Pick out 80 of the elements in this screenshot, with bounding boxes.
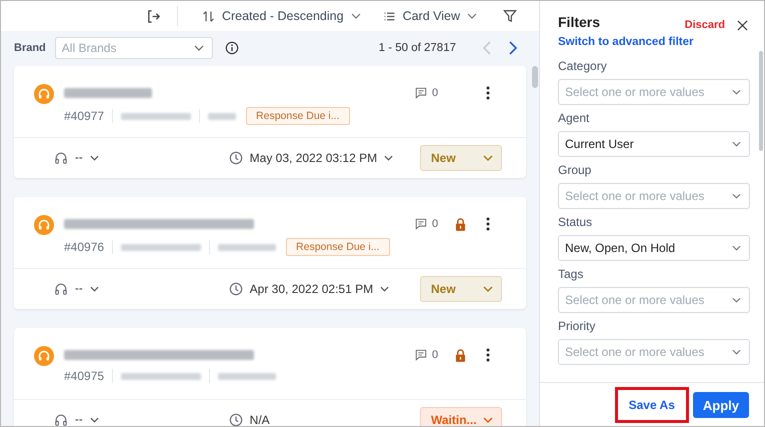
info-icon[interactable]	[224, 40, 239, 54]
chevron-down-icon	[732, 141, 741, 147]
sort-dropdown[interactable]: Created - Descending	[194, 5, 369, 27]
chevron-down-icon	[90, 417, 99, 423]
list-icon	[382, 10, 396, 22]
pagination-range: 1 - 50 of 27817	[378, 42, 456, 54]
chevron-down-icon	[384, 155, 394, 161]
response-due-tag: Response Due i...	[286, 238, 390, 256]
response-due-tag: Response Due i...	[246, 107, 350, 125]
logout-icon[interactable]	[146, 8, 161, 24]
blurred-text	[121, 112, 192, 120]
chevron-down-icon	[194, 44, 204, 50]
headset-avatar-icon	[34, 215, 54, 235]
chevron-down-icon	[732, 297, 741, 303]
more-icon[interactable]	[486, 86, 490, 100]
clock-icon	[228, 413, 243, 426]
chevron-down-icon	[483, 417, 493, 423]
chevron-down-icon	[350, 13, 361, 19]
due-date: N/A	[228, 413, 270, 426]
select-field[interactable]: Current User	[558, 131, 750, 157]
scrollbar-thumb[interactable]	[759, 51, 763, 151]
chevron-down-icon	[732, 89, 741, 95]
ticket-card[interactable]: #40975 0 -- N/A Waitin...	[14, 328, 526, 426]
headset-icon	[54, 413, 68, 426]
chevron-down-icon	[467, 13, 477, 19]
ticket-card[interactable]: #40976 Response Due i... 0 -- Apr 30, 2022 02:51 PM New	[14, 197, 526, 309]
headset-icon	[54, 282, 68, 296]
headset-avatar-icon	[34, 346, 54, 366]
chevron-down-icon	[483, 155, 493, 161]
field-label: Tags	[558, 267, 584, 281]
more-icon[interactable]	[486, 217, 490, 231]
close-icon[interactable]	[737, 20, 748, 30]
lock-icon	[455, 348, 466, 362]
ticket-card[interactable]: #40977 Response Due i... 0 -- May 03, 2022 03:12 PM New	[14, 66, 526, 178]
headset-icon	[54, 151, 68, 165]
more-icon[interactable]	[486, 348, 490, 362]
blurred-text	[218, 244, 276, 250]
apply-button[interactable]: Apply	[692, 392, 749, 418]
filter-icon[interactable]	[503, 9, 517, 23]
select-field[interactable]: New, Open, On Hold	[558, 235, 750, 261]
field-label: Agent	[558, 111, 590, 125]
field-label: Category	[558, 59, 608, 73]
chevron-down-icon	[90, 286, 99, 292]
due-date-dropdown[interactable]: Apr 30, 2022 02:51 PM	[228, 282, 390, 296]
comment-count: 0	[432, 218, 440, 230]
next-page-icon[interactable]	[509, 40, 517, 54]
panel-title: Filters	[558, 14, 600, 30]
agent-dropdown[interactable]: --	[54, 413, 99, 426]
chevron-down-icon	[380, 286, 390, 292]
chevron-down-icon	[732, 245, 741, 251]
field-label: Status	[558, 215, 594, 229]
ticket-id: #40976	[64, 240, 104, 254]
comment-icon	[415, 349, 427, 361]
agent-dropdown[interactable]: --	[54, 282, 99, 296]
view-dropdown[interactable]: Card View	[374, 5, 485, 27]
chevron-down-icon	[90, 155, 99, 161]
scrollbar-thumb[interactable]	[532, 66, 538, 88]
ticket-id: #40975	[64, 369, 104, 383]
lock-icon	[455, 218, 466, 230]
agent-dropdown[interactable]: --	[54, 151, 99, 165]
clock-icon	[228, 151, 243, 165]
brand-label: Brand	[14, 42, 46, 54]
ticket-id: #40977	[64, 109, 104, 123]
advanced-filter-link[interactable]: Switch to advanced filter	[558, 36, 748, 48]
blurred-text	[208, 112, 236, 120]
comment-icon	[415, 218, 427, 230]
comment-icon	[415, 87, 427, 99]
chevron-down-icon	[732, 349, 741, 355]
chevron-down-icon	[483, 286, 493, 292]
discard-link[interactable]: Discard	[684, 19, 725, 31]
comment-count: 0	[432, 87, 440, 99]
comment-count: 0	[432, 349, 440, 361]
headset-avatar-icon	[34, 84, 54, 104]
clock-icon	[228, 282, 243, 296]
sort-icon	[202, 10, 215, 22]
chevron-down-icon	[732, 193, 741, 199]
field-label: Priority	[558, 319, 596, 333]
field-label: Group	[558, 163, 592, 177]
blurred-text	[218, 372, 276, 380]
due-date-dropdown[interactable]: May 03, 2022 03:12 PM	[228, 151, 394, 165]
